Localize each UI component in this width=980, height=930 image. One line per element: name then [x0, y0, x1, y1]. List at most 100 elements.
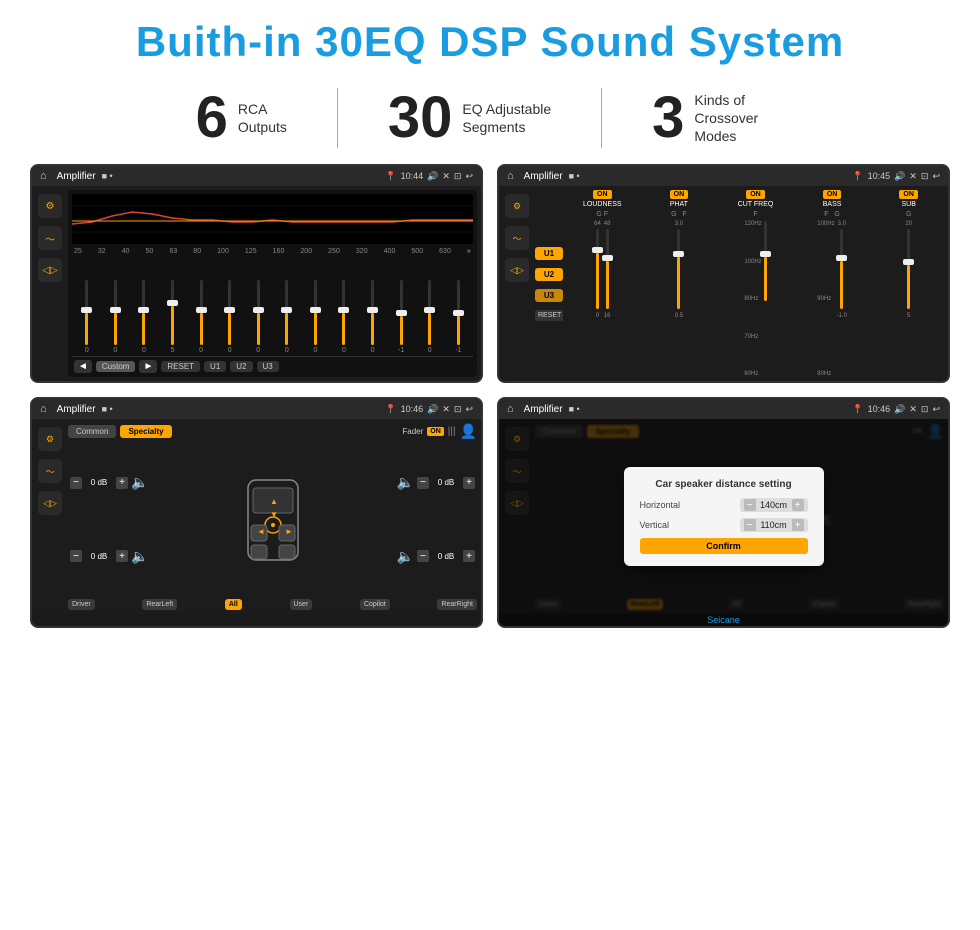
vertical-minus[interactable]: −	[744, 519, 756, 531]
back-icon-3[interactable]: ↩	[465, 404, 473, 415]
phat-options: G F	[671, 211, 687, 218]
close-icon-2[interactable]: ✕	[909, 171, 917, 182]
confirm-button[interactable]: Confirm	[640, 538, 808, 554]
eq-slider-8[interactable]: 0	[303, 280, 329, 354]
phat-on[interactable]: ON	[670, 190, 689, 199]
fader-on[interactable]: ON	[427, 427, 444, 436]
window-icon-4[interactable]: ⊡	[921, 404, 929, 415]
back-icon-2[interactable]: ↩	[932, 171, 940, 182]
right-top-plus[interactable]: +	[463, 477, 475, 489]
u2-select-btn[interactable]: U2	[535, 268, 563, 281]
cutfreq-on[interactable]: ON	[746, 190, 765, 199]
home-icon-3[interactable]: ⌂	[40, 403, 47, 415]
sub-on[interactable]: ON	[899, 190, 918, 199]
bass-on[interactable]: ON	[823, 190, 842, 199]
eq-slider-6[interactable]: 0	[245, 280, 271, 354]
screen1-icons: ■ •	[102, 171, 113, 181]
home-icon-4[interactable]: ⌂	[507, 403, 514, 415]
loudness-on[interactable]: ON	[593, 190, 612, 199]
eq-slider-12[interactable]: 0	[417, 280, 443, 354]
car-diagram-area: ▲ ▼ ◄ ►	[154, 446, 390, 593]
amp2-btn-wave[interactable]: 〜	[505, 226, 529, 250]
cutfreq-slider[interactable]	[764, 221, 767, 377]
horizontal-plus[interactable]: +	[792, 499, 804, 511]
amp2-btn-speaker[interactable]: ◁▷	[505, 258, 529, 282]
s3-btn-settings[interactable]: ⚙	[38, 427, 62, 451]
left-bottom-plus[interactable]: +	[116, 550, 128, 562]
screen-speaker: ⌂ Amplifier ■ • 📍 10:46 🔊 ✕ ⊡ ↩ ⚙ 〜 ◁▷ C…	[30, 397, 483, 628]
home-icon-1[interactable]: ⌂	[40, 170, 47, 182]
reset-btn-1[interactable]: RESET	[161, 361, 200, 372]
eq-slider-10[interactable]: 0	[360, 280, 386, 354]
status-bar-3: ⌂ Amplifier ■ • 📍 10:46 🔊 ✕ ⊡ ↩	[32, 399, 481, 419]
svg-text:▲: ▲	[270, 497, 278, 506]
stat-crossover-label: Kinds ofCrossover Modes	[694, 91, 784, 146]
eq-slider-7[interactable]: 0	[274, 280, 300, 354]
tab-common-3[interactable]: Common	[68, 425, 116, 438]
eq-slider-13[interactable]: -1	[446, 280, 472, 354]
eq-slider-4[interactable]: 0	[188, 280, 214, 354]
phat-slider[interactable]: 3.0 0.5	[675, 221, 683, 377]
eq-btn-speaker[interactable]: ◁▷	[38, 258, 62, 282]
horizontal-minus[interactable]: −	[744, 499, 756, 511]
window-icon-1[interactable]: ⊡	[454, 171, 462, 182]
back-icon-1[interactable]: ↩	[465, 171, 473, 182]
u1-select-btn[interactable]: U1	[535, 247, 563, 260]
copilot-btn[interactable]: Copilot	[360, 599, 390, 610]
vertical-value: 110cm	[759, 520, 789, 530]
window-icon-3[interactable]: ⊡	[454, 404, 462, 415]
sub-slider[interactable]: 20 5	[905, 221, 912, 377]
screen-eq: ⌂ Amplifier ■ • 📍 10:44 🔊 ✕ ⊡ ↩ ⚙ 〜 ◁▷	[30, 164, 483, 383]
s3-btn-speaker[interactable]: ◁▷	[38, 491, 62, 515]
user-btn[interactable]: User	[290, 599, 313, 610]
eq-slider-11[interactable]: -1	[388, 280, 414, 354]
fader-icon: |||	[448, 426, 456, 437]
rearright-btn[interactable]: RearRight	[437, 599, 477, 610]
next-btn[interactable]: ►	[139, 360, 157, 373]
u3-select-btn[interactable]: U3	[535, 289, 563, 302]
back-icon-4[interactable]: ↩	[932, 404, 940, 415]
prev-btn[interactable]: ◄	[74, 360, 92, 373]
profile-icon-3[interactable]: 👤	[460, 423, 477, 440]
eq-screen-body: ⚙ 〜 ◁▷	[32, 186, 481, 381]
window-icon-2[interactable]: ⊡	[921, 171, 929, 182]
vertical-plus[interactable]: +	[792, 519, 804, 531]
eq-slider-0[interactable]: 0	[74, 280, 100, 354]
screen3-top-row: Common Specialty Fader ON ||| 👤	[68, 423, 477, 440]
bass-slider-1[interactable]: 3.0 -1.0	[837, 221, 847, 377]
eq-slider-3[interactable]: 5	[160, 280, 186, 354]
close-icon-3[interactable]: ✕	[442, 404, 450, 415]
eq-slider-2[interactable]: 0	[131, 280, 157, 354]
eq-slider-9[interactable]: 0	[331, 280, 357, 354]
right-bottom-plus[interactable]: +	[463, 550, 475, 562]
screen2-icons: ■ •	[569, 171, 580, 181]
custom-btn[interactable]: Custom	[96, 361, 136, 372]
right-bottom-minus[interactable]: −	[417, 550, 429, 562]
eq-slider-5[interactable]: 0	[217, 280, 243, 354]
u3-btn[interactable]: U3	[257, 361, 279, 372]
home-icon-2[interactable]: ⌂	[507, 170, 514, 182]
left-top-plus[interactable]: +	[116, 477, 128, 489]
s3-btn-wave[interactable]: 〜	[38, 459, 62, 483]
loudness-slider-1[interactable]: 64 0	[594, 221, 601, 377]
amp2-btn-settings[interactable]: ⚙	[505, 194, 529, 218]
close-icon-4[interactable]: ✕	[909, 404, 917, 415]
driver-btn[interactable]: Driver	[68, 599, 95, 610]
reset-btn-2[interactable]: RESET	[535, 310, 563, 321]
left-bottom-minus[interactable]: −	[70, 550, 82, 562]
eq-btn-wave[interactable]: 〜	[38, 226, 62, 250]
loudness-slider-2[interactable]: 48 16	[604, 221, 611, 377]
spk-icon-rt: 🔈	[397, 474, 414, 491]
close-icon-1[interactable]: ✕	[442, 171, 450, 182]
rearleft-btn[interactable]: RearLeft	[142, 599, 177, 610]
right-top-minus[interactable]: −	[417, 477, 429, 489]
eq-slider-1[interactable]: 0	[103, 280, 129, 354]
left-top-minus[interactable]: −	[70, 477, 82, 489]
u2-btn[interactable]: U2	[230, 361, 252, 372]
all-btn[interactable]: All	[225, 599, 242, 610]
eq-btn-settings[interactable]: ⚙	[38, 194, 62, 218]
tab-specialty-3[interactable]: Specialty	[120, 425, 171, 438]
status-bar-1: ⌂ Amplifier ■ • 📍 10:44 🔊 ✕ ⊡ ↩	[32, 166, 481, 186]
eq-freq-labels: 2532405063 80100125160200 25032040050063…	[72, 248, 473, 255]
u1-btn[interactable]: U1	[204, 361, 226, 372]
